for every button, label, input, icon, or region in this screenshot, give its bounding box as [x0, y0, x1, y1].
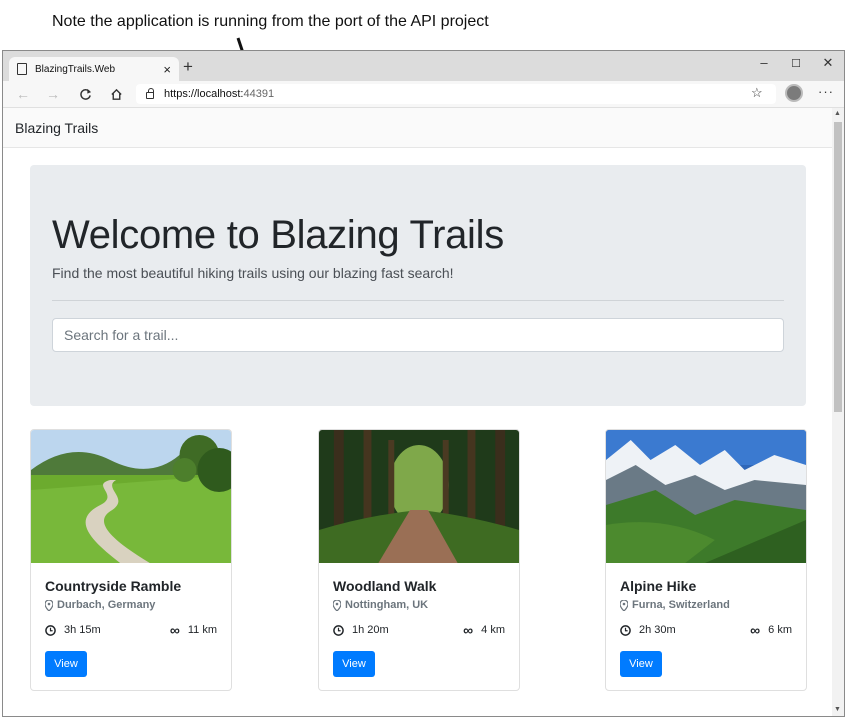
trail-time-text: 2h 30m	[639, 624, 676, 636]
home-icon[interactable]	[106, 85, 126, 103]
trail-image	[31, 430, 231, 563]
infinity-icon: ∞	[169, 622, 180, 638]
annotation-text: Note the application is running from the…	[52, 13, 489, 30]
trail-location: Nottingham, UK	[333, 599, 428, 611]
hero-title: Welcome to Blazing Trails	[52, 213, 504, 257]
infinity-icon: ∞	[463, 622, 474, 638]
trail-location-text: Durbach, Germany	[57, 599, 156, 611]
address-bar[interactable]: https://localhost: 44391	[136, 84, 776, 104]
trail-location: Durbach, Germany	[45, 599, 155, 611]
maximize-button[interactable]: ☐	[781, 57, 811, 70]
page-scrollbar[interactable]: ▲ ▼	[832, 108, 844, 716]
trail-image	[319, 430, 519, 563]
trail-distance: ∞ 4 km	[463, 622, 505, 638]
pin-icon	[620, 599, 628, 611]
profile-avatar[interactable]	[785, 84, 803, 102]
trail-name: Alpine Hike	[620, 578, 697, 594]
close-window-button[interactable]: ✕	[813, 55, 843, 71]
trail-distance-text: 4 km	[481, 624, 505, 636]
browser-tab[interactable]: BlazingTrails.Web ×	[9, 57, 179, 81]
trail-name: Woodland Walk	[333, 578, 437, 594]
page-icon	[17, 63, 27, 75]
tab-strip: BlazingTrails.Web × + – ☐ ✕	[3, 51, 844, 81]
hero-section: Welcome to Blazing Trails Find the most …	[30, 165, 806, 406]
clock-icon	[620, 624, 631, 636]
view-trail-button[interactable]: View	[333, 651, 375, 677]
trail-location-text: Furna, Switzerland	[632, 599, 730, 611]
trail-image	[606, 430, 806, 563]
clock-icon	[333, 624, 344, 636]
back-icon[interactable]: ←	[13, 85, 33, 103]
scroll-down-icon[interactable]: ▼	[834, 706, 841, 713]
tab-close-icon[interactable]: ×	[163, 63, 171, 76]
tab-title: BlazingTrails.Web	[35, 63, 116, 75]
favorites-icon[interactable]: ☆	[751, 85, 763, 101]
trail-card: Alpine Hike Furna, Switzerland 2h 30m ∞ …	[605, 429, 807, 691]
clock-icon	[45, 624, 56, 636]
page-viewport: Blazing Trails Welcome to Blazing Trails…	[3, 108, 832, 716]
trail-location: Furna, Switzerland	[620, 599, 730, 611]
trail-time-text: 1h 20m	[352, 624, 389, 636]
minimize-button[interactable]: –	[749, 55, 779, 70]
forward-icon[interactable]: →	[43, 85, 63, 103]
url-port: 44391	[243, 88, 275, 100]
scrollbar-thumb[interactable]	[834, 122, 842, 412]
trail-time: 3h 15m	[45, 624, 101, 636]
trail-distance: ∞ 11 km	[169, 622, 217, 638]
url-host: https://localhost:	[164, 88, 244, 100]
trail-time: 1h 20m	[333, 624, 389, 636]
view-trail-button[interactable]: View	[45, 651, 87, 677]
hero-divider	[52, 300, 784, 301]
site-navbar: Blazing Trails	[3, 108, 832, 148]
trail-card: Woodland Walk Nottingham, UK 1h 20m ∞ 4 …	[318, 429, 520, 691]
trail-distance-text: 11 km	[187, 624, 217, 636]
view-trail-button[interactable]: View	[620, 651, 662, 677]
trail-location-text: Nottingham, UK	[345, 599, 429, 611]
scroll-up-icon[interactable]: ▲	[834, 110, 841, 117]
infinity-icon: ∞	[750, 622, 761, 638]
trail-name: Countryside Ramble	[45, 578, 182, 594]
trail-card: Countryside Ramble Durbach, Germany 3h 1…	[30, 429, 232, 691]
browser-toolbar: ← → https://localhost: 44391 ☆ ···	[3, 81, 844, 108]
more-icon[interactable]: ···	[818, 84, 834, 99]
refresh-icon[interactable]	[75, 85, 95, 103]
site-brand[interactable]: Blazing Trails	[15, 120, 98, 136]
hero-lead: Find the most beautiful hiking trails us…	[52, 265, 454, 281]
trail-distance-text: 6 km	[768, 624, 792, 636]
pin-icon	[333, 599, 341, 611]
new-tab-button[interactable]: +	[183, 58, 193, 75]
trail-search-input[interactable]	[52, 318, 784, 352]
lock-icon	[146, 88, 154, 99]
trail-time-text: 3h 15m	[64, 624, 101, 636]
pin-icon	[45, 599, 53, 611]
browser-window: BlazingTrails.Web × + – ☐ ✕ ← → https://…	[2, 50, 845, 717]
trail-time: 2h 30m	[620, 624, 676, 636]
trail-distance: ∞ 6 km	[750, 622, 792, 638]
